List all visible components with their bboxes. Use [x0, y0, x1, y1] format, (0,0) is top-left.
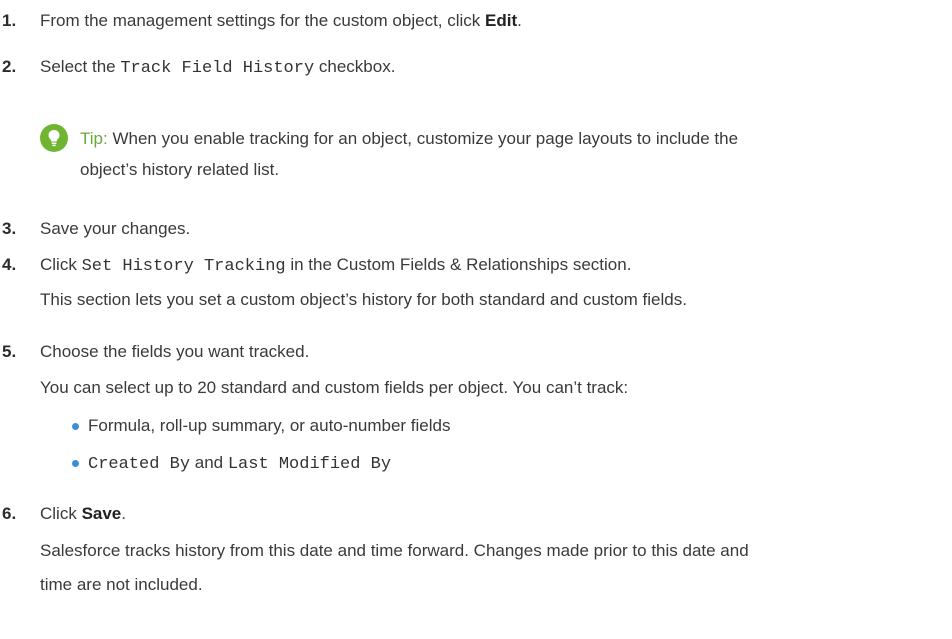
step-5-text: Choose the fields you want tracked.: [40, 342, 310, 361]
document: 1. From the management settings for the …: [0, 0, 952, 639]
step-5-detail: You can select up to 20 standard and cus…: [40, 378, 629, 397]
step-number: 3.: [2, 219, 17, 238]
step-4-detail: This section lets you set a custom objec…: [40, 290, 687, 309]
bullet-icon: [72, 423, 79, 430]
save-label: Save: [81, 504, 122, 523]
set-history-tracking-code: Set History Tracking: [81, 257, 286, 276]
step-2-text: Select the Track Field History checkbox.: [40, 57, 396, 78]
last-modified-by-code: Last Modified By: [227, 455, 392, 474]
step-number: 1.: [2, 11, 17, 30]
step-4-text: Click Set History Tracking in the Custom…: [40, 255, 632, 276]
bullet-item-2: Created By and Last Modified By: [88, 453, 392, 474]
step-number: 6.: [2, 504, 17, 523]
step-number: 5.: [2, 342, 17, 361]
tip-line-2: object’s history related list.: [80, 160, 280, 179]
track-field-history-code: Track Field History: [120, 59, 315, 78]
step-3-text: Save your changes.: [40, 219, 191, 238]
bullet-item-1: Formula, roll-up summary, or auto-number…: [88, 416, 451, 435]
step-6-text: Click Save.: [40, 504, 126, 523]
step-6-detail-line-1: Salesforce tracks history from this date…: [40, 541, 749, 560]
edit-label: Edit: [485, 11, 518, 30]
created-by-code: Created By: [88, 455, 191, 474]
step-number: 4.: [2, 255, 17, 274]
tip-label: Tip:: [80, 129, 108, 148]
step-6-detail-line-2: time are not included.: [40, 575, 203, 594]
lightbulb-icon: [40, 124, 68, 152]
step-number: 2.: [2, 57, 17, 76]
step-1-text: From the management settings for the cus…: [40, 11, 522, 30]
tip-line-1: Tip: When you enable tracking for an obj…: [80, 129, 739, 148]
bullet-icon: [72, 460, 79, 467]
